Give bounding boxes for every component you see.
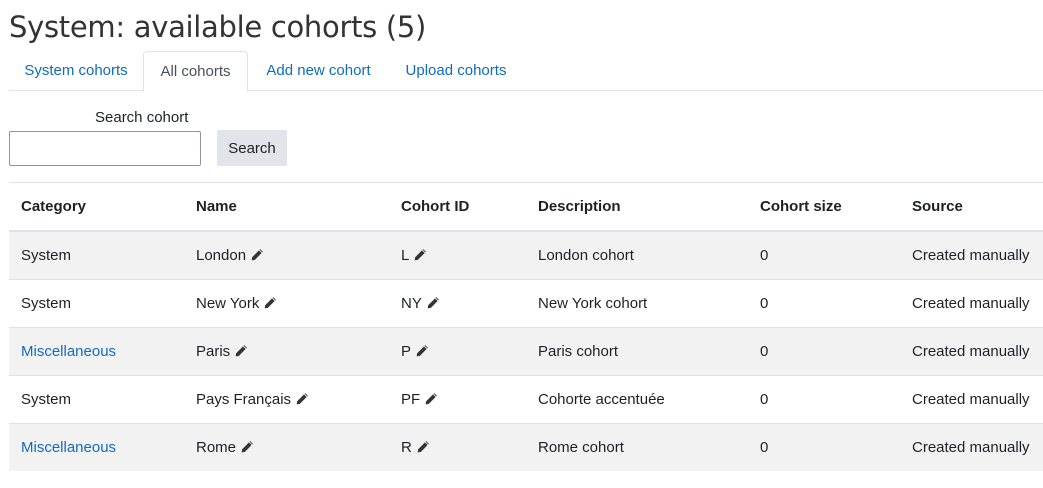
header-cohort-id[interactable]: Cohort ID xyxy=(389,183,526,232)
edit-name-pencil-icon[interactable] xyxy=(234,344,248,358)
header-description[interactable]: Description xyxy=(526,183,748,232)
cohort-name[interactable]: New York xyxy=(196,295,259,312)
table-row: Miscellaneous Rome R Rome cohort 0 Created ma… xyxy=(9,423,1043,471)
cohort-name[interactable]: Paris xyxy=(196,343,230,360)
cohort-name[interactable]: Pays Français xyxy=(196,391,291,408)
cohort-id[interactable]: R xyxy=(401,439,412,456)
cell-cohort-size: 0 xyxy=(748,231,900,280)
cell-category: Miscellaneous xyxy=(9,423,184,471)
cell-source: Created manually xyxy=(900,231,1043,280)
cell-name: London xyxy=(184,231,389,280)
header-source[interactable]: Source xyxy=(900,183,1043,232)
table-row: Miscellaneous Paris P Paris cohort 0 Created … xyxy=(9,327,1043,376)
tab-upload-cohorts[interactable]: Upload cohorts xyxy=(389,51,523,91)
cohort-name[interactable]: London xyxy=(196,247,246,264)
edit-name-pencil-icon[interactable] xyxy=(240,440,254,454)
cell-source: Created manually xyxy=(900,375,1043,424)
edit-name-pencil-icon[interactable] xyxy=(263,296,277,310)
search-input[interactable] xyxy=(9,131,201,166)
tab-system-cohorts[interactable]: System cohorts xyxy=(9,51,143,91)
cell-cohort-id: P xyxy=(389,327,526,376)
cell-description: Rome cohort xyxy=(526,423,748,471)
table-header-row: Category Name Cohort ID Description Coho… xyxy=(9,183,1043,232)
cell-cohort-id: PF xyxy=(389,375,526,424)
header-category[interactable]: Category xyxy=(9,183,184,232)
cell-cohort-size: 0 xyxy=(748,279,900,328)
search-button[interactable]: Search xyxy=(217,130,287,166)
cell-name: Rome xyxy=(184,423,389,471)
header-cohort-size[interactable]: Cohort size xyxy=(748,183,900,232)
category-text: System xyxy=(21,247,72,264)
cell-description: Paris cohort xyxy=(526,327,748,376)
cell-category: System xyxy=(9,375,184,424)
cohort-id[interactable]: PF xyxy=(401,391,420,408)
cell-category: System xyxy=(9,279,184,328)
cell-name: Pays Français xyxy=(184,375,389,424)
table-row: System London L London cohort 0 Created manua… xyxy=(9,231,1043,280)
edit-id-pencil-icon[interactable] xyxy=(426,296,440,310)
cell-cohort-id: NY xyxy=(389,279,526,328)
edit-id-pencil-icon[interactable] xyxy=(424,392,438,406)
table-row: System Pays Français PF Cohorte accentuée 0 C… xyxy=(9,375,1043,424)
cell-cohort-id: L xyxy=(389,231,526,280)
cell-cohort-id: R xyxy=(389,423,526,471)
cell-category: System xyxy=(9,231,184,280)
cell-category: Miscellaneous xyxy=(9,327,184,376)
cell-description: New York cohort xyxy=(526,279,748,328)
cell-source: Created manually xyxy=(900,279,1043,328)
tab-add-new-cohort[interactable]: Add new cohort xyxy=(250,51,387,91)
cell-source: Created manually xyxy=(900,423,1043,471)
cell-description: Cohorte accentuée xyxy=(526,375,748,424)
cell-description: London cohort xyxy=(526,231,748,280)
cohort-id[interactable]: NY xyxy=(401,295,422,312)
cell-cohort-size: 0 xyxy=(748,375,900,424)
category-link[interactable]: Miscellaneous xyxy=(21,439,116,456)
edit-id-pencil-icon[interactable] xyxy=(413,248,427,262)
cohorts-page: System: available cohorts (5) System coh… xyxy=(0,0,1043,488)
cell-source: Created manually xyxy=(900,327,1043,376)
tab-bar: System cohorts All cohorts Add new cohor… xyxy=(9,51,1043,92)
cell-cohort-size: 0 xyxy=(748,327,900,376)
cohort-id[interactable]: P xyxy=(401,343,411,360)
category-link[interactable]: Miscellaneous xyxy=(21,343,116,360)
cell-name: Paris xyxy=(184,327,389,376)
header-name[interactable]: Name xyxy=(184,183,389,232)
edit-id-pencil-icon[interactable] xyxy=(415,344,429,358)
tab-all-cohorts[interactable]: All cohorts xyxy=(143,51,248,92)
search-label: Search cohort xyxy=(95,109,189,126)
edit-name-pencil-icon[interactable] xyxy=(295,392,309,406)
edit-name-pencil-icon[interactable] xyxy=(250,248,264,262)
cell-cohort-size: 0 xyxy=(748,423,900,471)
category-text: System xyxy=(21,295,72,312)
cell-name: New York xyxy=(184,279,389,328)
table-row: System New York NY New York cohort 0 Created … xyxy=(9,279,1043,328)
edit-id-pencil-icon[interactable] xyxy=(416,440,430,454)
cohort-id[interactable]: L xyxy=(401,247,409,264)
cohorts-table: Category Name Cohort ID Description Coho… xyxy=(9,183,1043,471)
cohort-name[interactable]: Rome xyxy=(196,439,236,456)
page-title: System: available cohorts (5) xyxy=(9,10,427,44)
category-text: System xyxy=(21,391,72,408)
